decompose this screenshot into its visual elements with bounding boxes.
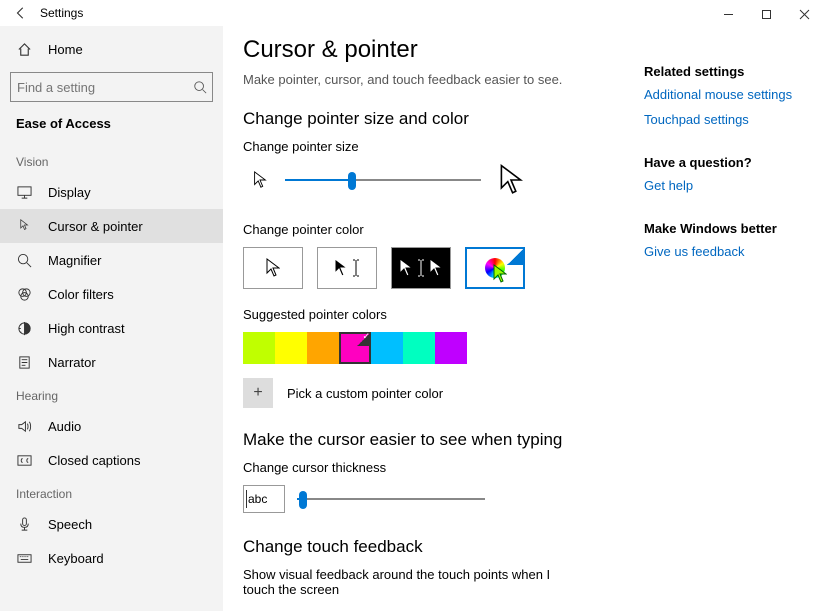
back-button[interactable] [6, 0, 36, 26]
better-heading: Make Windows better [644, 221, 815, 236]
custom-color-label: Pick a custom pointer color [287, 386, 443, 401]
suggested-color[interactable] [243, 332, 275, 364]
nav-audio[interactable]: Audio [0, 409, 223, 443]
color-label: Change pointer color [243, 222, 624, 237]
category-title: Ease of Access [0, 112, 223, 145]
minimize-button[interactable] [709, 2, 747, 26]
group-label: Vision [0, 145, 223, 175]
nav-label: Audio [48, 419, 81, 434]
nav-color-filters[interactable]: Color filters [0, 277, 223, 311]
nav-keyboard[interactable]: Keyboard [0, 541, 223, 575]
thickness-slider[interactable] [297, 487, 485, 511]
home-nav[interactable]: Home [0, 32, 223, 66]
typing-heading: Make the cursor easier to see when typin… [243, 430, 624, 450]
window-title: Settings [40, 6, 83, 20]
nav-label: Color filters [48, 287, 114, 302]
link-feedback[interactable]: Give us feedback [644, 244, 815, 259]
cursor-pointer-icon [16, 218, 32, 234]
nav-label: Keyboard [48, 551, 104, 566]
color-option-white[interactable] [243, 247, 303, 289]
pointer-big-icon [499, 164, 523, 196]
link-touchpad[interactable]: Touchpad settings [644, 112, 815, 127]
home-icon [16, 41, 32, 57]
nav-label: Speech [48, 517, 92, 532]
suggested-color[interactable] [371, 332, 403, 364]
link-additional-mouse[interactable]: Additional mouse settings [644, 87, 815, 102]
search-input[interactable] [17, 80, 193, 95]
question-heading: Have a question? [644, 155, 815, 170]
closed-captions-icon [16, 452, 32, 468]
nav-display[interactable]: Display [0, 175, 223, 209]
group-label: Hearing [0, 379, 223, 409]
related-heading: Related settings [644, 64, 815, 79]
thickness-label: Change cursor thickness [243, 460, 624, 475]
title-bar: Settings [0, 0, 827, 26]
nav-label: Cursor & pointer [48, 219, 143, 234]
audio-icon [16, 418, 32, 434]
nav-label: Magnifier [48, 253, 101, 268]
search-box[interactable] [10, 72, 213, 102]
nav-label: High contrast [48, 321, 125, 336]
pointer-small-icon [253, 171, 267, 189]
search-icon [193, 79, 207, 95]
nav-closed-captions[interactable]: Closed captions [0, 443, 223, 477]
suggested-color[interactable] [275, 332, 307, 364]
color-option-inverted[interactable] [391, 247, 451, 289]
size-heading: Change pointer size and color [243, 109, 624, 129]
thickness-sample: abc [243, 485, 285, 513]
narrator-icon [16, 354, 32, 370]
custom-color-row[interactable]: + Pick a custom pointer color [243, 378, 624, 408]
page-description: Make pointer, cursor, and touch feedback… [243, 72, 624, 87]
speech-icon [16, 516, 32, 532]
touch-description: Show visual feedback around the touch po… [243, 567, 573, 597]
nav-speech[interactable]: Speech [0, 507, 223, 541]
suggested-color[interactable] [307, 332, 339, 364]
size-label: Change pointer size [243, 139, 624, 154]
pointer-size-slider[interactable] [285, 168, 481, 192]
nav-label: Display [48, 185, 91, 200]
page-title: Cursor & pointer [243, 36, 624, 64]
magnifier-icon [16, 252, 32, 268]
plus-icon: + [243, 378, 273, 408]
suggested-color[interactable] [403, 332, 435, 364]
home-label: Home [48, 42, 83, 57]
group-label: Interaction [0, 477, 223, 507]
nav-cursor-pointer[interactable]: Cursor & pointer [0, 209, 223, 243]
high-contrast-icon [16, 320, 32, 336]
color-filters-icon [16, 286, 32, 302]
sidebar: Home Ease of Access Vision Display Cursor … [0, 26, 223, 611]
touch-heading: Change touch feedback [243, 537, 624, 557]
right-rail: Related settings Additional mouse settin… [644, 26, 827, 611]
color-option-custom[interactable] [465, 247, 525, 289]
suggested-color[interactable] [339, 332, 371, 364]
nav-narrator[interactable]: Narrator [0, 345, 223, 379]
color-option-black[interactable] [317, 247, 377, 289]
nav-label: Closed captions [48, 453, 141, 468]
suggested-label: Suggested pointer colors [243, 307, 624, 322]
display-icon [16, 184, 32, 200]
link-get-help[interactable]: Get help [644, 178, 815, 193]
nav-magnifier[interactable]: Magnifier [0, 243, 223, 277]
keyboard-icon [16, 550, 32, 566]
close-button[interactable] [785, 2, 823, 26]
nav-high-contrast[interactable]: High contrast [0, 311, 223, 345]
suggested-color[interactable] [435, 332, 467, 364]
nav-label: Narrator [48, 355, 96, 370]
maximize-button[interactable] [747, 2, 785, 26]
main-content: Cursor & pointer Make pointer, cursor, a… [223, 26, 644, 611]
